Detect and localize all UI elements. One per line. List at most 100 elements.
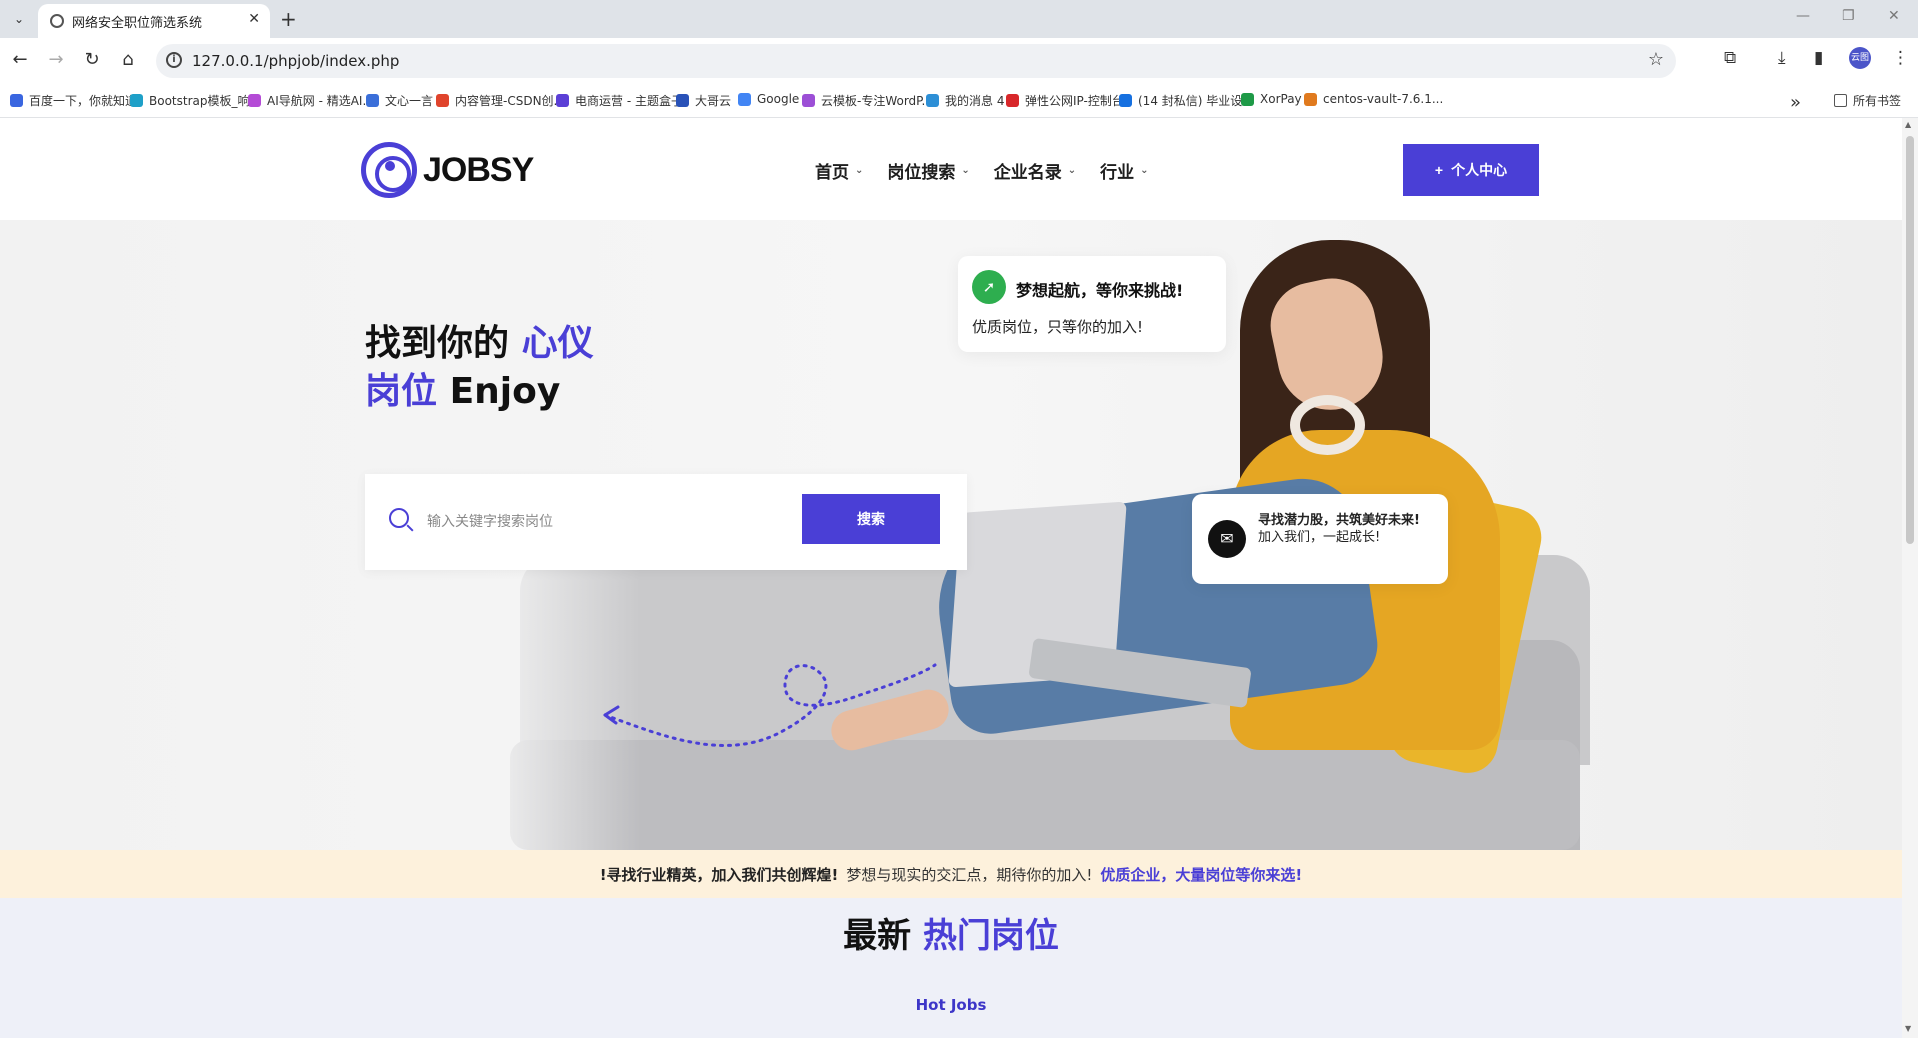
- bookmark-item[interactable]: 内容管理-CSDN创...: [436, 92, 565, 109]
- hero-title: 找到你的 心仪 岗位 Enjoy: [365, 320, 594, 416]
- active-tab[interactable]: 网络安全职位筛选系统 ✕: [38, 4, 270, 38]
- promo-card-dream: ➚ 梦想起航，等你来挑战! 优质岗位，只等你的加入!: [958, 256, 1226, 352]
- browser-toolbar: ← → ↻ ⌂ i 127.0.0.1/phpjob/index.php ☆ ⧉…: [0, 38, 1918, 84]
- bookmark-item[interactable]: Google: [738, 92, 799, 106]
- bookmark-favicon-icon: [738, 92, 751, 106]
- nav-item-job-search[interactable]: 岗位搜索 ⌄: [887, 158, 969, 183]
- logo-mark-icon: [361, 142, 417, 198]
- bookmark-item[interactable]: 弹性公网IP-控制台: [1006, 92, 1124, 109]
- dotted-arrow-decoration: [603, 663, 937, 747]
- bookmark-item[interactable]: 我的消息 4: [926, 92, 1004, 109]
- bookmark-item[interactable]: 百度一下，你就知道: [10, 92, 137, 109]
- nav-item-label: 企业名录: [993, 163, 1062, 183]
- menu-icon[interactable]: ⋮: [1892, 48, 1909, 68]
- bookmark-label: 弹性公网IP-控制台: [1025, 94, 1124, 108]
- rocket-icon: ➚: [972, 270, 1006, 304]
- bookmark-item[interactable]: 大哥云: [676, 92, 731, 109]
- promo-card-join: ✉ 寻找潜力股，共筑美好未来! 加入我们，一起成长!: [1192, 494, 1448, 584]
- bookmark-item[interactable]: 文心一言: [366, 92, 433, 109]
- bookmark-item[interactable]: XorPay: [1241, 92, 1302, 106]
- nav-item-home[interactable]: 首页 ⌄: [815, 158, 863, 183]
- bookmarks-folder[interactable]: 所有书签: [1834, 92, 1901, 109]
- bookmark-label: Google: [757, 92, 800, 106]
- reload-icon[interactable]: ↻: [80, 49, 104, 70]
- bookmark-item[interactable]: 云模板-专注WordP...: [802, 92, 933, 109]
- scroll-up-icon[interactable]: ▲: [1905, 120, 1911, 129]
- bookmark-label: AI导航网 - 精选AI...: [267, 94, 374, 108]
- chevron-down-icon: ⌄: [961, 165, 970, 176]
- scroll-down-icon[interactable]: ▼: [1905, 1024, 1911, 1033]
- browser-window: ⌄ 网络安全职位筛选系统 ✕ + — ❐ ✕ ← → ↻ ⌂ i 127.0.0…: [0, 0, 1918, 1038]
- bookmarks-more-icon[interactable]: »: [1790, 92, 1801, 113]
- folder-icon: [1834, 94, 1847, 107]
- bookmark-label: XorPay: [1260, 92, 1302, 106]
- promo-card-strong: 寻找潜力股，共筑美好未来!: [1258, 513, 1420, 528]
- hot-jobs-section: 最新 热门岗位 Hot Jobs: [0, 898, 1902, 1038]
- bookmark-item[interactable]: (14 封私信) 毕业设...: [1119, 92, 1254, 109]
- personal-center-button[interactable]: + 个人中心: [1403, 144, 1539, 196]
- bookmark-item[interactable]: AI导航网 - 精选AI...: [248, 92, 374, 109]
- search-button[interactable]: 搜索: [802, 494, 940, 544]
- close-icon[interactable]: ✕: [248, 11, 260, 27]
- bookmark-favicon-icon: [802, 94, 815, 107]
- bookmark-label: centos-vault-7.6.1...: [1323, 92, 1444, 106]
- announcement-part: !寻找行业精英，加入我们共创辉煌!: [599, 865, 839, 884]
- hero-title-text: Enjoy: [449, 371, 561, 412]
- bookmark-favicon-icon: [436, 94, 449, 107]
- tab-search-icon[interactable]: ⌄: [8, 8, 30, 30]
- sidebar-icon[interactable]: ▮: [1814, 48, 1823, 68]
- new-tab-icon[interactable]: +: [280, 7, 297, 31]
- mail-icon: ✉: [1208, 520, 1246, 558]
- bookmark-item[interactable]: centos-vault-7.6.1...: [1304, 92, 1443, 106]
- bookmark-item[interactable]: Bootstrap模板_响...: [130, 92, 261, 109]
- home-icon[interactable]: ⌂: [116, 49, 140, 70]
- forward-icon[interactable]: →: [44, 49, 68, 70]
- site-header: JOBSY 首页 ⌄ 岗位搜索 ⌄ 企业名录 ⌄ 行业 ⌄ + 个人中心: [0, 118, 1902, 220]
- hero-title-text: 找到你的: [365, 323, 510, 364]
- promo-card-text: 寻找潜力股，共筑美好未来! 加入我们，一起成长!: [1258, 512, 1430, 546]
- extensions-icon[interactable]: ⧉: [1724, 48, 1736, 68]
- nav-item-label: 岗位搜索: [887, 163, 956, 183]
- address-bar[interactable]: i 127.0.0.1/phpjob/index.php ☆: [156, 44, 1676, 78]
- bookmark-favicon-icon: [1304, 92, 1317, 106]
- restore-icon[interactable]: ❐: [1842, 8, 1855, 24]
- tab-strip: ⌄ 网络安全职位筛选系统 ✕ + — ❐ ✕: [0, 0, 1918, 38]
- site-info-icon[interactable]: i: [166, 52, 182, 68]
- bookmark-item[interactable]: 电商运营 - 主题盒子: [556, 92, 683, 109]
- bookmark-star-icon[interactable]: ☆: [1648, 49, 1664, 70]
- headphones: [1290, 395, 1365, 455]
- section-title-highlight: 热门岗位: [922, 916, 1059, 956]
- page-scrollbar[interactable]: ▲ ▼: [1902, 118, 1918, 1038]
- bookmark-favicon-icon: [248, 94, 261, 107]
- page-viewport: JOBSY 首页 ⌄ 岗位搜索 ⌄ 企业名录 ⌄ 行业 ⌄ + 个人中心 找到你…: [0, 118, 1902, 1038]
- job-search-box: 搜索: [365, 474, 967, 570]
- tab-title: 网络安全职位筛选系统: [72, 16, 203, 31]
- url-text[interactable]: 127.0.0.1/phpjob/index.php: [192, 52, 399, 70]
- hero-title-highlight: 岗位: [365, 371, 438, 412]
- nav-item-companies[interactable]: 企业名录 ⌄: [994, 158, 1076, 183]
- announcement-bar: !寻找行业精英，加入我们共创辉煌! 梦想与现实的交汇点，期待你的加入! 优质企业…: [0, 850, 1902, 898]
- promo-card-body: 加入我们，一起成长!: [1258, 530, 1381, 545]
- bookmark-label: 文心一言: [385, 94, 434, 108]
- scrollbar-thumb[interactable]: [1906, 136, 1914, 544]
- bookmark-label: 云模板-专注WordP...: [821, 94, 933, 108]
- site-logo[interactable]: JOBSY: [361, 142, 534, 198]
- search-input[interactable]: [427, 504, 787, 540]
- minimize-icon[interactable]: —: [1796, 8, 1810, 24]
- bookmark-favicon-icon: [676, 94, 689, 107]
- bookmark-favicon-icon: [556, 94, 569, 107]
- bookmarks-folder-label: 所有书签: [1853, 94, 1902, 108]
- bookmark-label: (14 封私信) 毕业设...: [1138, 94, 1254, 108]
- bookmark-favicon-icon: [1006, 94, 1019, 107]
- window-close-icon[interactable]: ✕: [1888, 8, 1900, 24]
- section-title: 最新 热门岗位: [0, 908, 1902, 957]
- globe-icon: [50, 14, 64, 28]
- bookmark-label: 百度一下，你就知道: [29, 94, 138, 108]
- chevron-down-icon: ⌄: [1140, 165, 1149, 176]
- profile-avatar[interactable]: 云图: [1849, 47, 1871, 69]
- download-icon[interactable]: ⤓: [1778, 48, 1786, 68]
- back-icon[interactable]: ←: [8, 49, 32, 70]
- nav-item-industry[interactable]: 行业 ⌄: [1100, 158, 1148, 183]
- section-subtitle: Hot Jobs: [915, 996, 987, 1014]
- search-icon: [389, 508, 409, 528]
